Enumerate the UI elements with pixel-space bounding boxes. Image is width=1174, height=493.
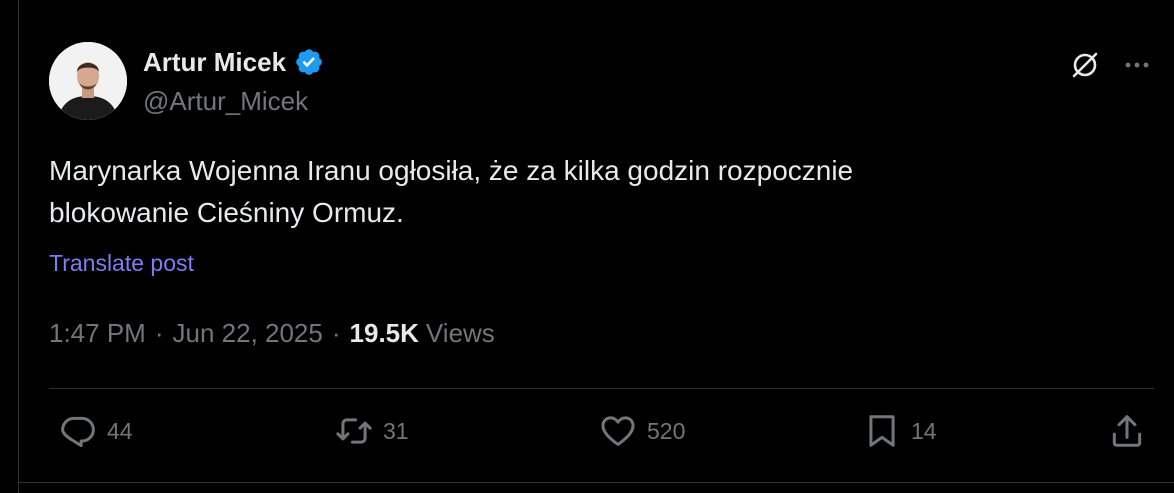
reply-button[interactable]: 44: [59, 412, 133, 450]
divider: [49, 388, 1154, 389]
more-horizontal-icon[interactable]: [1120, 48, 1154, 82]
post-action-bar: 44 31 520 14: [59, 412, 1146, 458]
divider: [19, 482, 1174, 483]
reply-count: 44: [107, 417, 133, 444]
author-name-row: Artur Micek: [143, 45, 324, 79]
bookmark-icon: [869, 415, 895, 447]
avatar-photo: [49, 42, 127, 120]
share-button[interactable]: [1108, 412, 1146, 450]
share-icon: [1112, 415, 1142, 447]
bookmark-button[interactable]: 14: [863, 412, 937, 450]
reply-icon: [61, 416, 95, 448]
post-text-line: blokowanie Cieśniny Ormuz.: [49, 197, 404, 228]
translate-post-link[interactable]: Translate post: [49, 250, 194, 277]
avatar[interactable]: [49, 42, 127, 120]
post-text-line: Marynarka Wojenna Iranu ogłosiła, że za …: [49, 155, 854, 186]
views-label: Views: [425, 318, 495, 348]
post-date[interactable]: Jun 22, 2025: [173, 318, 323, 349]
author-handle[interactable]: @Artur_Micek: [143, 86, 308, 117]
views-count[interactable]: 19.5K: [350, 318, 419, 349]
repost-button[interactable]: 31: [335, 412, 409, 450]
post-metadata: 1:47 PM · Jun 22, 2025 · 19.5K Views: [49, 318, 495, 349]
author-display-name[interactable]: Artur Micek: [143, 47, 286, 78]
heart-icon: [601, 416, 635, 446]
verified-badge-icon[interactable]: [294, 47, 324, 77]
post-card: Artur Micek @Artur_Micek Marynarka Wojen…: [18, 0, 1174, 493]
grok-icon[interactable]: [1068, 48, 1102, 82]
like-count: 520: [647, 417, 686, 444]
repost-icon: [336, 418, 372, 444]
bookmark-count: 14: [911, 417, 937, 444]
post-text: Marynarka Wojenna Iranu ogłosiła, że za …: [49, 150, 1129, 234]
meta-separator: ·: [154, 318, 164, 348]
meta-separator: ·: [331, 318, 341, 348]
like-button[interactable]: 520: [599, 412, 685, 450]
post-time[interactable]: 1:47 PM: [49, 318, 146, 349]
post-top-actions: [1068, 48, 1154, 82]
repost-count: 31: [383, 417, 409, 444]
